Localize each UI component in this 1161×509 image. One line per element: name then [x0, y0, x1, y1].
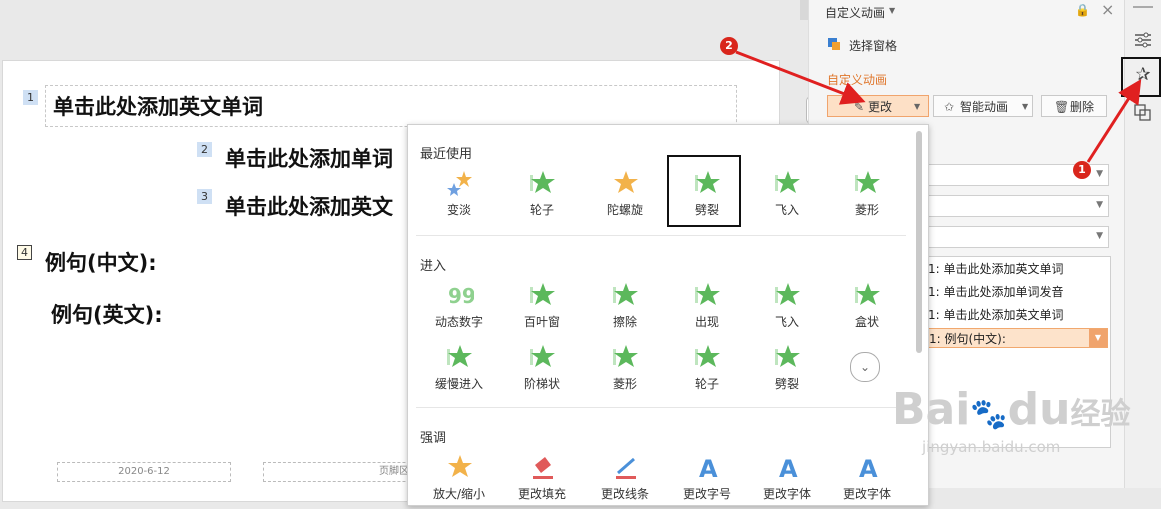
annotation-badge-2: 2: [720, 37, 738, 55]
watermark-url: jingyan.baidu.com: [922, 438, 1061, 456]
watermark-logo: Bai🐾du经验: [892, 384, 1131, 435]
annotation-badge-1: 1: [1073, 161, 1091, 179]
